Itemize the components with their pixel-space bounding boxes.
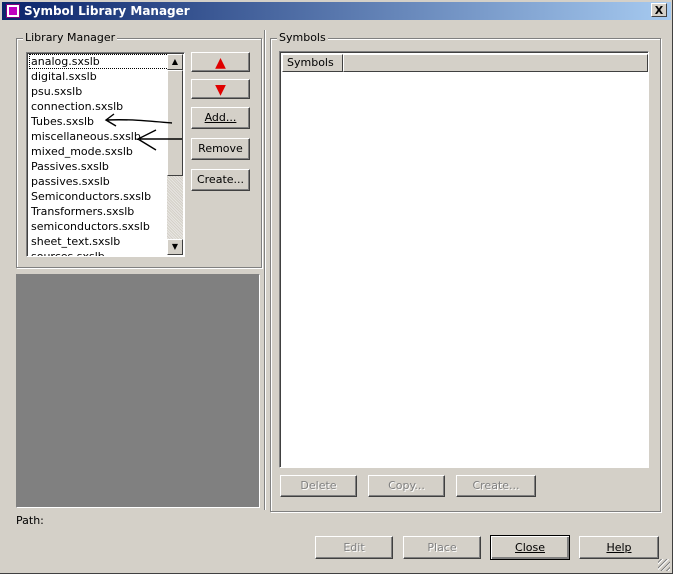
scroll-down-button[interactable]: ▼ bbox=[167, 239, 183, 255]
create-label: Create... bbox=[196, 173, 245, 186]
symbols-group-label: Symbols bbox=[277, 31, 328, 45]
library-list-item[interactable]: psu.sxslb bbox=[29, 84, 169, 99]
library-list-item[interactable]: semiconductors.sxslb bbox=[29, 219, 169, 234]
create-library-button[interactable]: Create... bbox=[191, 169, 250, 191]
column-header-filler bbox=[343, 54, 648, 72]
annotation-arrows bbox=[104, 113, 182, 151]
symbol-preview-area bbox=[16, 274, 260, 508]
library-listbox[interactable]: analog.sxslb digital.sxslb psu.sxslb connec… bbox=[26, 52, 185, 257]
close-label: Close bbox=[515, 541, 545, 554]
library-manager-label: Library Manager bbox=[23, 31, 118, 45]
scroll-up-button[interactable]: ▲ bbox=[167, 54, 183, 70]
symbols-listview[interactable]: Symbols bbox=[279, 51, 649, 468]
help-button[interactable]: Help bbox=[579, 536, 659, 559]
move-down-button[interactable]: ▼ bbox=[191, 79, 250, 99]
copy-label: Copy... bbox=[388, 479, 425, 492]
app-icon bbox=[6, 4, 20, 18]
remove-library-button[interactable]: Remove bbox=[191, 138, 250, 160]
close-window-button[interactable]: X bbox=[651, 3, 667, 17]
close-button[interactable]: Close bbox=[490, 535, 570, 560]
edit-label: Edit bbox=[343, 541, 365, 554]
title-bar[interactable]: Symbol Library Manager X bbox=[2, 2, 671, 20]
add-label: Add... bbox=[204, 111, 237, 124]
place-label: Place bbox=[427, 541, 457, 554]
resize-grip-icon[interactable] bbox=[658, 559, 670, 571]
edit-button[interactable]: Edit bbox=[315, 536, 393, 559]
library-list-item[interactable]: sources.sxslb bbox=[29, 249, 169, 256]
create-symbol-button[interactable]: Create... bbox=[456, 475, 536, 497]
red-up-arrow-icon: ▲ bbox=[215, 55, 226, 71]
move-up-button[interactable]: ▲ bbox=[191, 52, 250, 72]
annotation-arrow-misc bbox=[136, 129, 182, 151]
panel-separator bbox=[264, 30, 266, 510]
library-list-item[interactable]: analog.sxslb bbox=[29, 54, 169, 69]
create-symbol-label: Create... bbox=[472, 479, 520, 492]
symbols-column[interactable]: Symbols bbox=[282, 54, 343, 72]
remove-label: Remove bbox=[198, 142, 243, 155]
library-list-item[interactable]: Semiconductors.sxslb bbox=[29, 189, 169, 204]
library-list: analog.sxslb digital.sxslb psu.sxslb connec… bbox=[29, 54, 169, 256]
place-button[interactable]: Place bbox=[403, 536, 481, 559]
copy-symbol-button[interactable]: Copy... bbox=[368, 475, 445, 497]
library-list-item[interactable]: passives.sxslb bbox=[29, 174, 169, 189]
library-list-item[interactable]: Transformers.sxslb bbox=[29, 204, 169, 219]
red-down-arrow-icon: ▼ bbox=[215, 82, 226, 98]
symbol-library-manager-window: Symbol Library Manager X Library Manager… bbox=[0, 0, 673, 574]
library-list-item[interactable]: sheet_text.sxslb bbox=[29, 234, 169, 249]
library-list-item[interactable]: digital.sxslb bbox=[29, 69, 169, 84]
window-title: Symbol Library Manager bbox=[24, 4, 190, 18]
delete-label: Delete bbox=[300, 479, 337, 492]
path-label: Path: bbox=[16, 514, 44, 527]
delete-symbol-button[interactable]: Delete bbox=[280, 475, 357, 497]
annotation-arrow-tubes bbox=[104, 113, 173, 127]
library-scrollbar[interactable]: ▲ ▼ bbox=[167, 54, 183, 255]
add-library-button[interactable]: Add... bbox=[191, 107, 250, 129]
help-label: Help bbox=[606, 541, 632, 554]
library-list-item[interactable]: Passives.sxslb bbox=[29, 159, 169, 174]
symbols-column-header: Symbols bbox=[282, 54, 648, 72]
